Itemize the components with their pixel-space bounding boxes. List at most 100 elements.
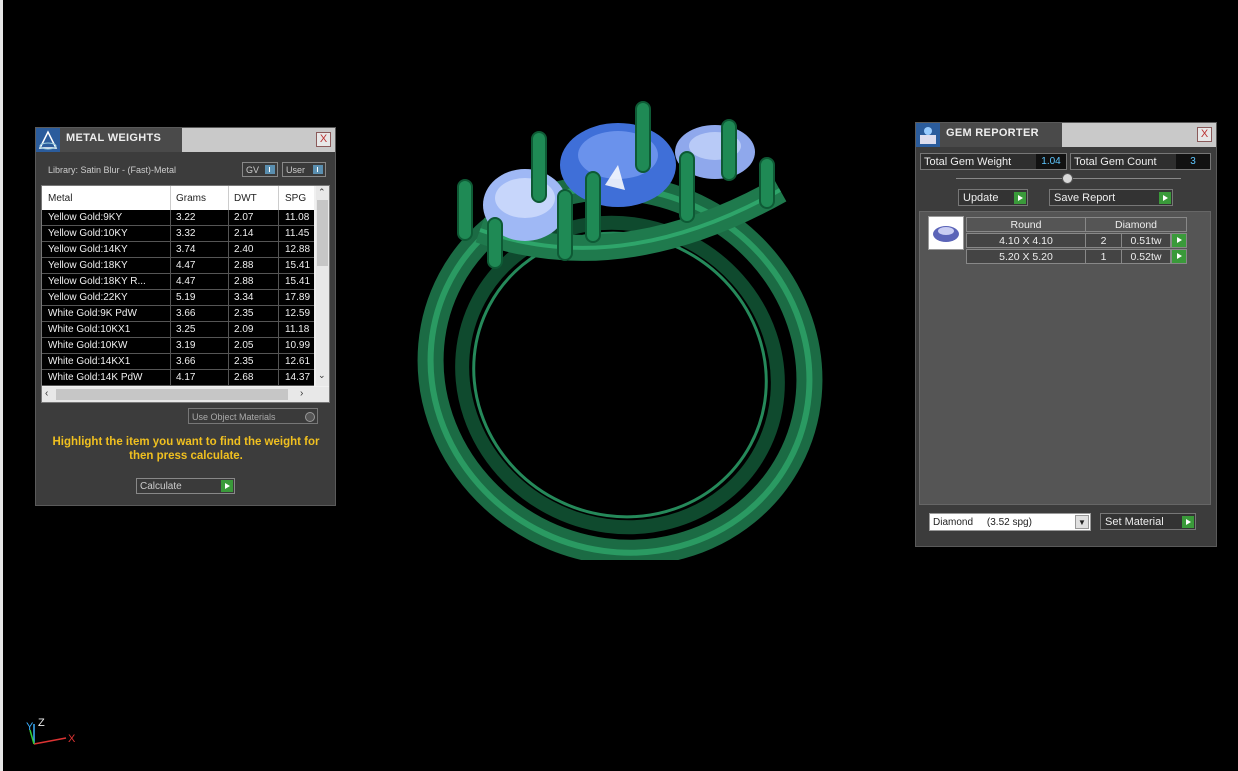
- table-row[interactable]: White Gold:9K PdW 3.66 2.35 12.59: [42, 306, 314, 322]
- col-dwt-header[interactable]: DWT: [234, 193, 257, 204]
- splitter[interactable]: [956, 173, 1181, 184]
- table-cell: 3.25: [176, 324, 196, 335]
- total-gem-weight: Total Gem Weight 1.04: [920, 153, 1067, 170]
- table-cell: 11.18: [285, 324, 310, 335]
- scroll-right-icon[interactable]: ›: [300, 388, 303, 399]
- material-select[interactable]: Diamond (3.52 spg) ▼: [929, 513, 1091, 531]
- scroll-down-icon[interactable]: ⌄: [318, 370, 326, 381]
- table-row[interactable]: Yellow Gold:10KY 3.32 2.14 11.45: [42, 226, 314, 242]
- table-cell: 12.61: [285, 356, 311, 367]
- column-divider: [170, 338, 171, 354]
- table-row[interactable]: Yellow Gold:18KY 4.47 2.88 15.41: [42, 258, 314, 274]
- column-divider: [278, 226, 279, 242]
- update-button[interactable]: Update: [958, 189, 1028, 206]
- gem-row-2-play-icon[interactable]: [1171, 249, 1187, 264]
- checkbox-icon[interactable]: [305, 412, 315, 422]
- metal-table[interactable]: Metal Grams DWT SPG Yellow Gold:9KY 3.22 2…: [41, 185, 330, 403]
- gv-toggle[interactable]: GV: [242, 162, 278, 177]
- table-row[interactable]: White Gold:10KW 3.19 2.05 10.99: [42, 338, 314, 354]
- table-row[interactable]: Yellow Gold:9KY 3.22 2.07 11.08: [42, 210, 314, 226]
- table-row[interactable]: White Gold:14K PdW 4.17 2.68 14.37: [42, 370, 314, 386]
- gem-reporter-title: GEM REPORTER: [946, 127, 1039, 139]
- table-row[interactable]: White Gold:14KX1 3.66 2.35 12.61: [42, 354, 314, 370]
- scroll-left-icon[interactable]: ‹: [45, 388, 48, 399]
- play-icon[interactable]: [221, 480, 233, 492]
- vscroll-thumb[interactable]: [317, 200, 328, 266]
- save-report-button[interactable]: Save Report: [1049, 189, 1173, 206]
- metal-weights-titlebar[interactable]: METAL WEIGHTS X: [36, 128, 335, 152]
- column-divider: [170, 274, 171, 290]
- table-cell: White Gold:14K PdW: [48, 372, 143, 383]
- library-label: Library: Satin Blur - (Fast)-Metal: [48, 165, 177, 175]
- table-row[interactable]: Yellow Gold:14KY 3.74 2.40 12.88: [42, 242, 314, 258]
- column-divider: [228, 274, 229, 290]
- gem-list[interactable]: Round Diamond 4.10 X 4.10 2 0.51tw 5.20 …: [919, 211, 1211, 505]
- gem-shape-header: Round: [966, 217, 1086, 232]
- use-object-materials-checkbox[interactable]: Use Object Materials: [188, 408, 318, 424]
- material-select-value: Diamond (3.52 spg): [933, 517, 1032, 528]
- table-cell: 2.07: [234, 212, 254, 223]
- col-metal-header[interactable]: Metal: [48, 193, 72, 204]
- column-divider: [170, 370, 171, 386]
- table-cell: 17.89: [285, 292, 311, 303]
- chevron-down-icon[interactable]: ▼: [1075, 515, 1089, 529]
- table-cell: 11.08: [285, 212, 310, 223]
- metal-table-body: Yellow Gold:9KY 3.22 2.07 11.08 Yellow Gold:…: [42, 210, 314, 386]
- table-cell: 2.09: [234, 324, 254, 335]
- col-grams-header[interactable]: Grams: [176, 193, 206, 204]
- gem-reporter-icon: [916, 123, 940, 147]
- play-icon[interactable]: [1014, 192, 1026, 204]
- table-cell: White Gold:10KW: [48, 340, 128, 351]
- ring-model[interactable]: [400, 80, 840, 560]
- table-cell: White Gold:9K PdW: [48, 308, 137, 319]
- column-divider: [170, 354, 171, 370]
- metal-table-vscroll[interactable]: ⌃ ⌄: [316, 186, 329, 386]
- table-cell: Yellow Gold:9KY: [48, 212, 123, 223]
- table-row[interactable]: White Gold:10KX1 3.25 2.09 11.18: [42, 322, 314, 338]
- play-icon[interactable]: [1182, 516, 1194, 528]
- table-cell: 4.17: [176, 372, 196, 383]
- splitter-handle-icon[interactable]: [1062, 173, 1073, 184]
- scroll-up-icon[interactable]: ⌃: [318, 187, 326, 198]
- table-row[interactable]: Yellow Gold:22KY 5.19 3.34 17.89: [42, 290, 314, 306]
- gem-count-2: 1: [1085, 249, 1122, 264]
- table-cell: 10.99: [285, 340, 311, 351]
- axis-z-label: Z: [38, 717, 45, 729]
- set-material-button[interactable]: Set Material: [1100, 513, 1196, 530]
- table-cell: 2.88: [234, 260, 254, 271]
- gem-reporter-titlebar[interactable]: GEM REPORTER X: [916, 123, 1216, 147]
- hscroll-thumb[interactable]: [56, 389, 288, 400]
- gem-weight-2: 0.52tw: [1121, 249, 1171, 264]
- table-row[interactable]: Yellow Gold:18KY R... 4.47 2.88 15.41: [42, 274, 314, 290]
- table-cell: 2.05: [234, 340, 254, 351]
- gem-size-1[interactable]: 4.10 X 4.10: [966, 233, 1086, 248]
- table-cell: Yellow Gold:14KY: [48, 244, 128, 255]
- metal-weights-close-button[interactable]: X: [316, 132, 331, 147]
- round-diamond-icon[interactable]: [928, 216, 964, 250]
- column-divider: [278, 370, 279, 386]
- gv-toggle-label: GV: [246, 165, 260, 175]
- metal-table-hscroll[interactable]: ‹ ›: [42, 387, 329, 402]
- col-spg-header[interactable]: SPG: [285, 193, 306, 204]
- column-divider: [228, 354, 229, 370]
- calculate-label: Calculate: [140, 481, 182, 492]
- calculate-button[interactable]: Calculate: [136, 478, 235, 494]
- gem-reporter-close-button[interactable]: X: [1197, 127, 1212, 142]
- gem-size-2[interactable]: 5.20 X 5.20: [966, 249, 1086, 264]
- table-cell: 12.59: [285, 308, 311, 319]
- gem-row-1-play-icon[interactable]: [1171, 233, 1187, 248]
- set-material-label: Set Material: [1105, 516, 1164, 528]
- table-cell: 3.32: [176, 228, 196, 239]
- column-divider: [228, 290, 229, 306]
- column-divider: [170, 242, 171, 258]
- update-label: Update: [963, 192, 999, 204]
- column-divider: [228, 226, 229, 242]
- column-divider: [278, 306, 279, 322]
- play-icon[interactable]: [1159, 192, 1171, 204]
- user-toggle-knob-icon: [313, 165, 323, 174]
- table-cell: 2.88: [234, 276, 254, 287]
- user-toggle[interactable]: User: [282, 162, 326, 177]
- column-divider: [228, 338, 229, 354]
- column-divider: [278, 258, 279, 274]
- use-object-materials-label: Use Object Materials: [192, 412, 276, 422]
